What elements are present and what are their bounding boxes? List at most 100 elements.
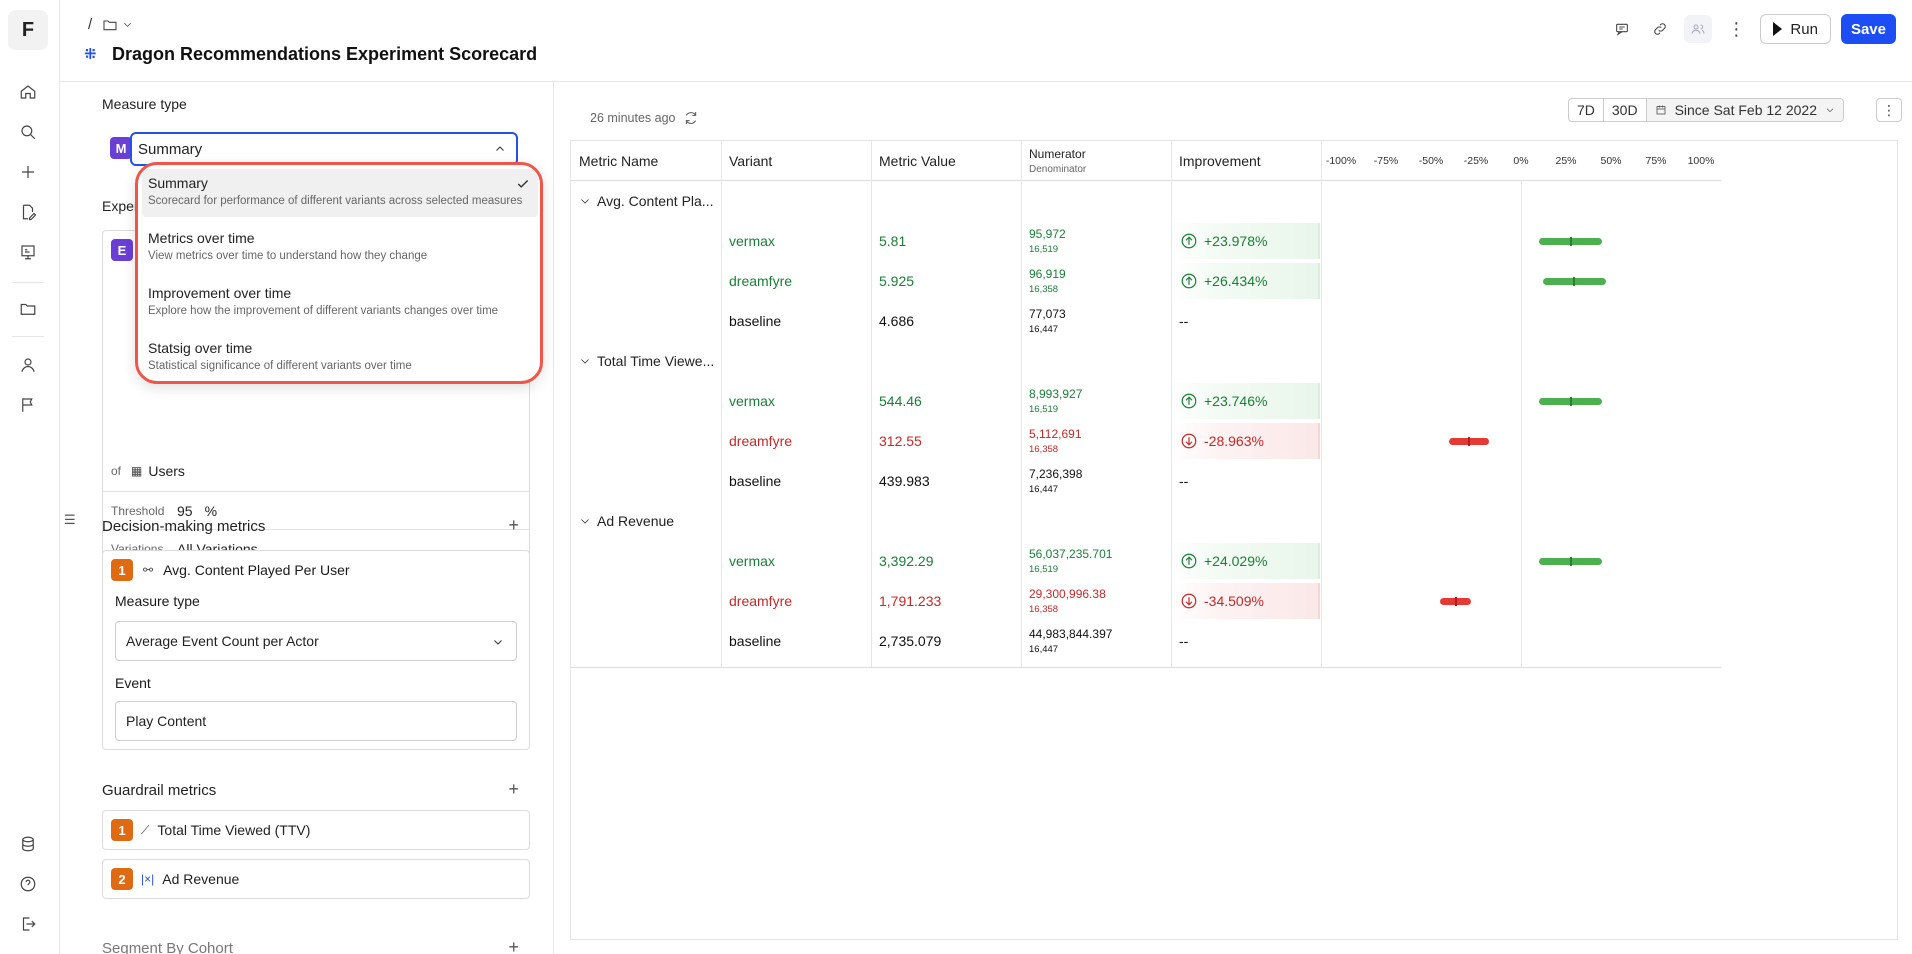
chevron-down-icon[interactable] <box>579 195 591 207</box>
ci-point-estimate <box>1569 557 1572 566</box>
improvement-value: +26.434% <box>1204 273 1268 289</box>
numerator-denominator-cell: 8,993,927 16,519 <box>1021 381 1082 421</box>
numerator-denominator-cell: 44,983,844.397 16,447 <box>1021 621 1112 661</box>
denominator-value: 16,358 <box>1029 444 1059 455</box>
header-actions: ⋮ Run Save <box>1608 14 1896 44</box>
metric-value-cell: 5.81 <box>879 233 907 249</box>
check-icon <box>517 180 529 188</box>
range-7d-button[interactable]: 7D <box>1569 99 1604 121</box>
decision-metrics-title: Decision-making metrics <box>102 518 266 535</box>
run-button[interactable]: Run <box>1760 14 1831 44</box>
improvement-cell: +23.746% <box>1172 383 1320 419</box>
help-icon[interactable] <box>16 872 40 896</box>
threshold-unit: % <box>204 502 218 519</box>
user-icon[interactable] <box>16 353 40 377</box>
numerator-denominator-cell: 56,037,235.701 16,519 <box>1021 541 1112 581</box>
numerator-value: 96,919 <box>1029 267 1066 281</box>
dropdown-option-metrics-over-time[interactable]: Metrics over time View metrics over time… <box>142 224 538 272</box>
chevron-down-icon[interactable] <box>122 19 133 30</box>
database-icon[interactable] <box>16 832 40 856</box>
improvement-cell: -34.509% <box>1172 583 1320 619</box>
option-description: View metrics over time to understand how… <box>148 250 428 262</box>
dropdown-option-improvement-over-time[interactable]: Improvement over time Explore how the im… <box>142 279 538 327</box>
more-options-icon[interactable]: ⋮ <box>1722 15 1750 43</box>
numerator-value: 77,073 <box>1029 307 1066 321</box>
dropdown-option-statsig-over-time[interactable]: Statsig over time Statistical significan… <box>142 334 538 381</box>
range-since-button[interactable]: Since Sat Feb 12 2022 <box>1646 99 1843 121</box>
threshold-value[interactable]: 95 <box>177 503 193 519</box>
plus-icon[interactable] <box>16 160 40 184</box>
numerator-value: 95,972 <box>1029 227 1066 241</box>
axis-tick-label: -100% <box>1325 155 1357 167</box>
guardrail-metric-item[interactable]: 1 ⟋ Total Time Viewed (TTV) <box>102 810 530 850</box>
search-icon[interactable] <box>16 120 40 144</box>
page-header: / ⁜ Dragon Recommendations Experiment Sc… <box>60 0 1912 82</box>
metric-group-name: Total Time Viewe... <box>597 353 715 369</box>
logout-icon[interactable] <box>16 912 40 936</box>
add-segment-button[interactable]: + <box>508 937 519 954</box>
axis-tick-label: -50% <box>1418 155 1444 167</box>
chevron-down-icon[interactable] <box>579 515 591 527</box>
folder-icon[interactable] <box>102 17 118 33</box>
arrow-up-circle-icon <box>1181 233 1197 249</box>
dropdown-option-summary[interactable]: Summary Scorecard for performance of dif… <box>142 169 538 217</box>
col-header-improvement: Improvement <box>1171 141 1321 181</box>
denominator-value: 16,447 <box>1029 324 1059 335</box>
metric-value-cell: 5.925 <box>879 273 915 289</box>
metric-measure-type-label: Measure type <box>115 593 200 609</box>
metric-value-cell: 544.46 <box>879 393 922 409</box>
measure-type-input[interactable]: Summary <box>130 132 518 166</box>
edit-doc-icon[interactable] <box>16 200 40 224</box>
results-area: 26 minutes ago 7D 30D Since Sat Feb 12 2… <box>554 82 1912 954</box>
link-icon[interactable] <box>1646 15 1674 43</box>
left-nav-rail: F <box>0 0 60 954</box>
rail-divider <box>12 282 44 283</box>
event-value: Play Content <box>126 713 207 729</box>
ci-point-estimate <box>1573 277 1576 286</box>
app-logo[interactable]: F <box>8 10 48 50</box>
denominator-value: 16,358 <box>1029 284 1059 295</box>
more-options-button[interactable]: ⋮ <box>1876 98 1902 122</box>
guardrail-metric-item[interactable]: 2 |×| Ad Revenue <box>102 859 530 899</box>
list-toggle-icon[interactable]: ☰ <box>64 512 76 528</box>
axis-tick-label: -75% <box>1373 155 1399 167</box>
guardrail-metric-name: Ad Revenue <box>162 871 240 887</box>
breadcrumb: / <box>88 16 133 33</box>
of-value: Users <box>148 463 185 479</box>
decision-metric-header[interactable]: 1 ⚯ Avg. Content Played Per User <box>111 559 350 581</box>
metric-group-row[interactable]: Avg. Content Pla... <box>571 181 713 221</box>
axis-tick-label: 25% <box>1555 155 1577 167</box>
experiment-icon[interactable] <box>16 240 40 264</box>
refresh-icon[interactable] <box>683 110 699 126</box>
save-button[interactable]: Save <box>1840 14 1896 44</box>
comment-icon[interactable] <box>1608 15 1636 43</box>
ci-point-estimate <box>1569 237 1572 246</box>
numerator-denominator-cell: 77,073 16,447 <box>1021 301 1066 341</box>
denominator-value: 16,447 <box>1029 644 1059 655</box>
flag-icon[interactable] <box>16 393 40 417</box>
improvement-value: +23.978% <box>1204 233 1268 249</box>
share-users-icon[interactable] <box>1684 15 1713 43</box>
experiment-badge: E <box>111 239 133 261</box>
title-row: ⁜ Dragon Recommendations Experiment Scor… <box>84 44 537 65</box>
metric-value-cell: 312.55 <box>879 433 922 449</box>
folder-icon[interactable] <box>16 297 40 321</box>
of-row[interactable]: of ▦ Users <box>103 451 529 491</box>
add-guardrail-metric-button[interactable]: + <box>508 779 519 800</box>
range-30d-button[interactable]: 30D <box>1604 99 1647 121</box>
metric-measure-type-select[interactable]: Average Event Count per Actor <box>115 621 517 661</box>
improvement-value: +24.029% <box>1204 553 1268 569</box>
metric-value-cell: 1,791.233 <box>879 593 942 609</box>
add-decision-metric-button[interactable]: + <box>508 515 519 536</box>
measure-type-label: Measure type <box>102 96 187 112</box>
decision-metric-name: Avg. Content Played Per User <box>163 562 350 578</box>
metric-group-row[interactable]: Total Time Viewe... <box>571 341 714 381</box>
chevron-down-icon[interactable] <box>579 355 591 367</box>
table-icon: ▦ <box>131 464 143 478</box>
event-input[interactable]: Play Content <box>115 701 517 741</box>
home-icon[interactable] <box>16 80 40 104</box>
axis-tick-label: 0% <box>1513 155 1529 167</box>
metric-group-row[interactable]: Ad Revenue <box>571 501 674 541</box>
numerator-denominator-cell: 5,112,691 16,358 <box>1021 421 1082 461</box>
calendar-icon <box>1656 105 1665 115</box>
